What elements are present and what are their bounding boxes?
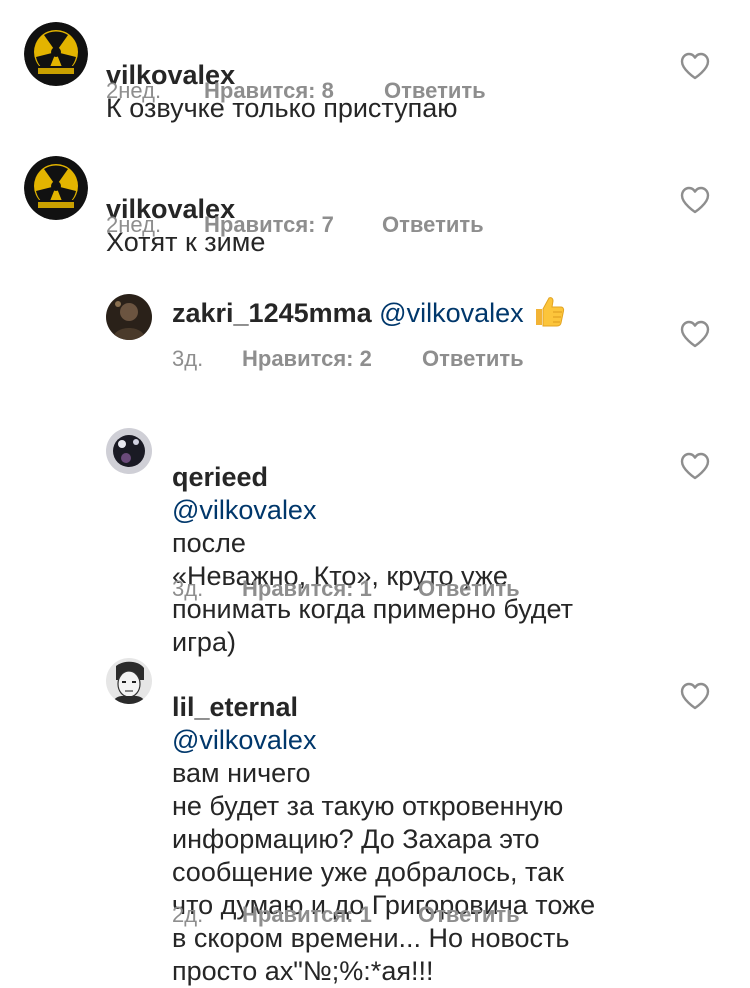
- heart-outline-icon[interactable]: [680, 186, 710, 214]
- comment-meta: 2нед. Нравится: 8 Ответить: [106, 78, 486, 104]
- comment-text: zakri_1245mma @vilkovalex: [172, 294, 672, 336]
- comment-likes[interactable]: Нравится: 7: [204, 212, 382, 238]
- avatar[interactable]: [24, 22, 88, 86]
- comment-mention[interactable]: @vilkovalex: [379, 298, 523, 328]
- comment-likes[interactable]: Нравится: 1: [242, 576, 418, 602]
- comment-text: vilkovalex Хотят к зиме: [106, 160, 686, 259]
- reply-button[interactable]: Ответить: [384, 78, 486, 104]
- comment-likes[interactable]: Нравится: 2: [242, 346, 422, 372]
- heart-outline-icon[interactable]: [680, 52, 710, 80]
- reply-button[interactable]: Ответить: [418, 576, 520, 602]
- comment-username[interactable]: lil_eternal: [172, 692, 298, 722]
- comment-meta: 2д. Нравится: 1 Ответить: [172, 902, 520, 928]
- dark-photo-icon: [106, 294, 152, 340]
- heart-outline-icon[interactable]: [680, 452, 710, 480]
- comment-reply-item: lil_eternal @vilkovalex вам ничего не бу…: [0, 632, 750, 986]
- comment-time: 2нед.: [106, 212, 162, 237]
- comment-text: lil_eternal @vilkovalex вам ничего не бу…: [172, 658, 692, 988]
- heart-outline-icon[interactable]: [680, 320, 710, 348]
- comment-mention[interactable]: @vilkovalex: [172, 495, 316, 525]
- comment-item: vilkovalex К озвучке только приступаю 2н…: [0, 0, 750, 130]
- stalker-radiation-icon: [24, 156, 88, 220]
- comment-meta: 3д. Нравится: 1 Ответить: [172, 576, 520, 602]
- comment-meta: 2нед. Нравится: 7 Ответить: [106, 212, 484, 238]
- comment-time: 3д.: [172, 346, 204, 371]
- comment-body: вам ничего не будет за такую откровенную…: [172, 758, 596, 986]
- comment-time: 2д.: [172, 902, 204, 927]
- comment-item: vilkovalex Хотят к зиме 2нед. Нравится: …: [0, 134, 750, 264]
- comment-text: vilkovalex К озвучке только приступаю: [106, 26, 686, 125]
- avatar[interactable]: [106, 294, 152, 340]
- comment-username[interactable]: zakri_1245mma: [172, 298, 372, 328]
- comment-likes[interactable]: Нравится: 1: [242, 902, 418, 928]
- avatar[interactable]: [106, 428, 152, 474]
- reply-button[interactable]: Ответить: [382, 212, 484, 238]
- sketch-face-icon: [106, 658, 152, 704]
- heart-outline-icon[interactable]: [680, 682, 710, 710]
- comment-time: 2нед.: [106, 78, 162, 103]
- thumbs-up-icon: [532, 294, 566, 336]
- comment-meta: 3д. Нравится: 2 Ответить: [172, 346, 524, 372]
- comment-username[interactable]: qerieed: [172, 462, 268, 492]
- reply-button[interactable]: Ответить: [422, 346, 524, 372]
- comment-reply-item: qerieed @vilkovalex после «Неважно, Кто»…: [0, 402, 750, 657]
- comment-likes[interactable]: Нравится: 8: [204, 78, 384, 104]
- comment-text: qerieed @vilkovalex после «Неважно, Кто»…: [172, 428, 672, 659]
- night-photo-icon: [106, 428, 152, 474]
- stalker-radiation-icon: [24, 22, 88, 86]
- comment-reply-item: zakri_1245mma @vilkovalex 3д. Нравится: …: [0, 268, 750, 398]
- comment-time: 3д.: [172, 576, 204, 601]
- reply-button[interactable]: Ответить: [418, 902, 520, 928]
- avatar[interactable]: [24, 156, 88, 220]
- avatar[interactable]: [106, 658, 152, 704]
- comment-mention[interactable]: @vilkovalex: [172, 725, 316, 755]
